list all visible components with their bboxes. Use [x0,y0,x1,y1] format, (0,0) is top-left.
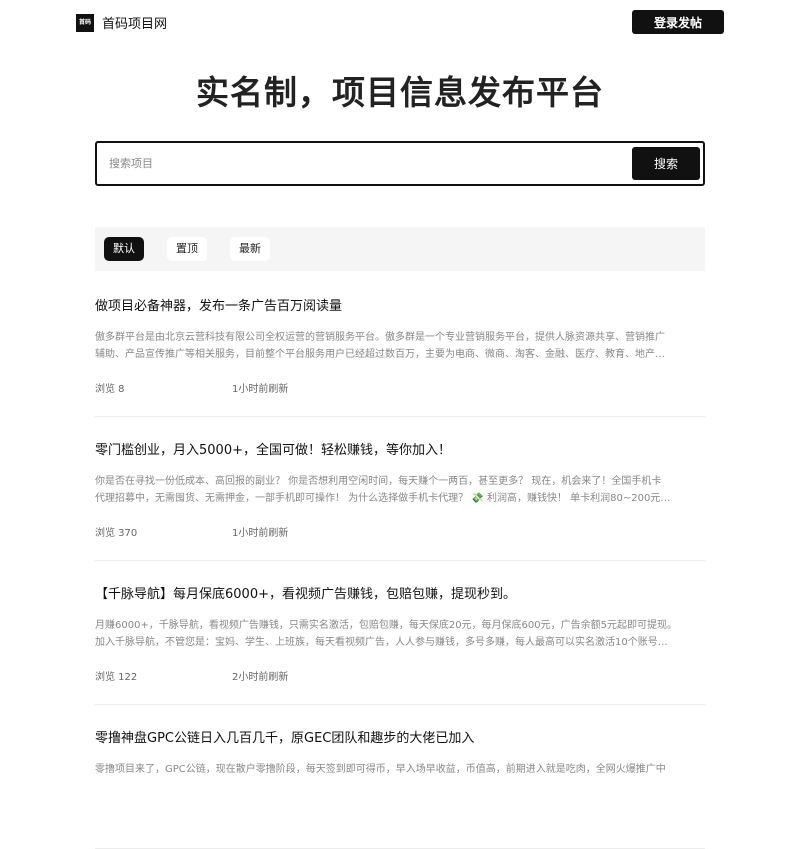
search-box: 搜索 [95,141,705,186]
list-item[interactable]: 零门槛创业，月入5000+，全国可做！轻松赚钱，等你加入！ 你是否在寻找一份低成… [95,417,705,561]
post-refresh-time: 2小时前刷新 [232,672,289,683]
post-description: 零撸项目来了，GPC公链，现在散户零撸阶段，每天签到即可得币，早入场早收益，币值… [95,761,705,795]
site-header: 首码 首码项目网 登录发帖 [0,0,800,44]
post-refresh-time: 1小时前刷新 [232,384,289,395]
post-list: 做项目必备神器，发布一条广告百万阅读量 傲多群平台是由北京云营科技有限公司全权运… [95,273,705,849]
list-item[interactable]: 【千脉导航】每月保底6000+，看视频广告赚钱，包赔包赚，提现秒到。 月赚600… [95,561,705,705]
search-input[interactable] [109,153,609,173]
post-description: 月赚6000+，千脉导航，看视频广告赚钱，只需实名激活，包赔包赚，每天保底20元… [95,617,705,651]
login-post-button[interactable]: 登录发帖 [632,10,724,34]
post-title[interactable]: 做项目必备神器，发布一条广告百万阅读量 [95,295,705,314]
logo-mark-icon: 首码 [76,13,94,32]
hero-title: 实名制，项目信息发布平台 [196,73,604,112]
post-description-line: 代理招募中，无需囤货、无需押金，一部手机即可操作！ 为什么选择做手机卡代理？ 💸… [95,493,671,504]
post-description-line: 月赚6000+，千脉导航，看视频广告赚钱，只需实名激活，包赔包赚，每天保底20元… [95,620,678,631]
post-views: 浏览 122 [95,672,138,683]
logo-text: 首码项目网 [102,17,168,32]
post-title[interactable]: 零门槛创业，月入5000+，全国可做！轻松赚钱，等你加入！ [95,439,705,458]
filter-tabs: 默认 置顶 最新 [95,227,705,271]
tab-pinned[interactable]: 置顶 [167,237,207,261]
post-views: 浏览 370 [95,528,138,539]
post-description-line: 傲多群平台是由北京云营科技有限公司全权运营的营销服务平台。傲多群是一个专业营销服… [95,332,665,343]
post-description-line: 加入千脉导航，不管您是：宝妈、学生、上班族，每天看视频广告，人人参与赚钱，多号多… [95,637,668,648]
list-item[interactable]: 零撸神盘GPC公链日入几百几千，原GEC团队和趣步的大佬已加入 零撸项目来了，G… [95,705,705,849]
post-description: 傲多群平台是由北京云营科技有限公司全权运营的营销服务平台。傲多群是一个专业营销服… [95,329,705,363]
post-views: 浏览 8 [95,384,125,395]
post-description-line: 辅助、产品宣传推广等相关服务，目前整个平台服务用户已经超过数百万，主要为电商、微… [95,349,665,360]
list-item[interactable]: 做项目必备神器，发布一条广告百万阅读量 傲多群平台是由北京云营科技有限公司全权运… [95,273,705,417]
post-description: 你是否在寻找一份低成本、高回报的副业？ 你是否想利用空闲时间，每天赚个一两百，甚… [95,473,705,507]
site-logo[interactable]: 首码 首码项目网 [76,13,167,32]
tab-latest[interactable]: 最新 [230,237,270,261]
tab-default[interactable]: 默认 [104,237,144,261]
post-refresh-time: 1小时前刷新 [232,528,289,539]
post-title[interactable]: 零撸神盘GPC公链日入几百几千，原GEC团队和趣步的大佬已加入 [95,727,705,746]
post-title[interactable]: 【千脉导航】每月保底6000+，看视频广告赚钱，包赔包赚，提现秒到。 [95,583,705,602]
post-description-line: 零撸项目来了，GPC公链，现在散户零撸阶段，每天签到即可得币，早入场早收益，币值… [95,764,666,775]
post-description-line: 你是否在寻找一份低成本、高回报的副业？ 你是否想利用空闲时间，每天赚个一两百，甚… [95,476,662,487]
search-button[interactable]: 搜索 [632,147,700,180]
